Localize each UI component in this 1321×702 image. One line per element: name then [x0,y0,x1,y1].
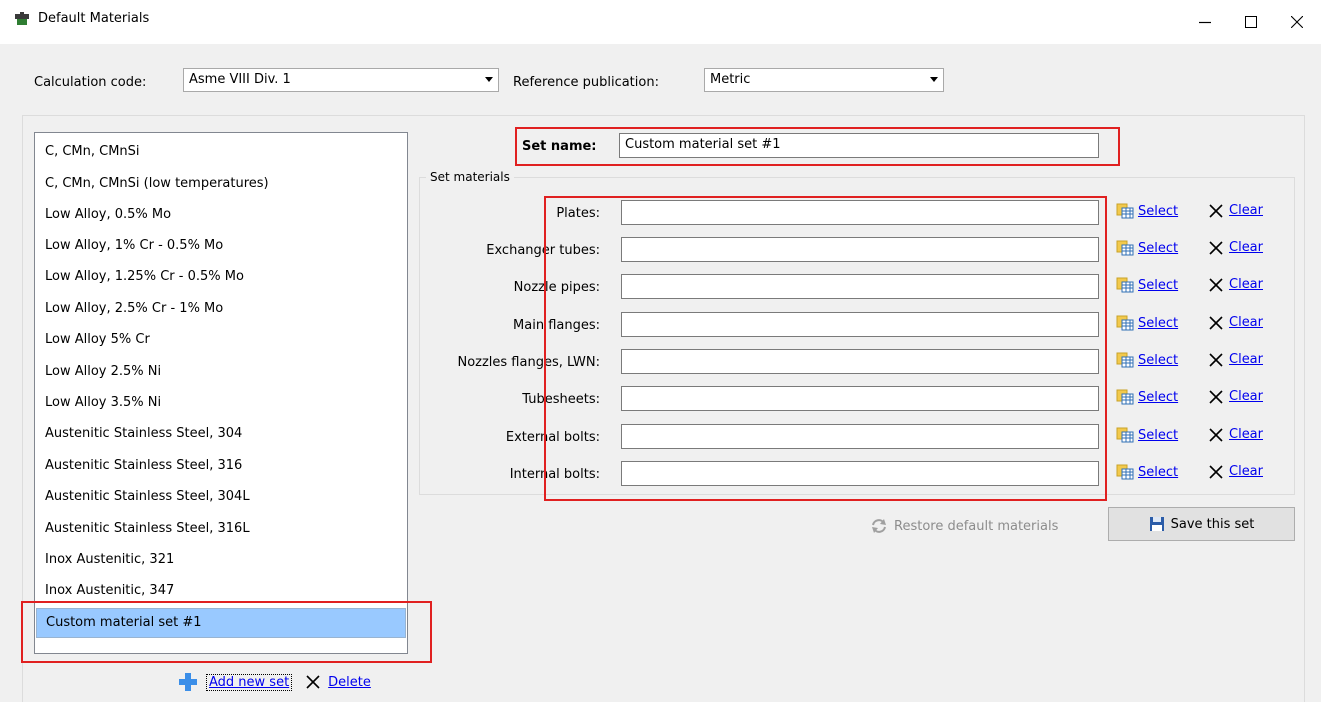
close-icon [1209,277,1223,292]
exchanger-tubes-select-button[interactable]: Select [1116,240,1178,256]
table-select-icon [1116,427,1134,443]
nozzles-flanges-select-button[interactable]: Select [1116,352,1178,368]
clear-link[interactable]: Clear [1229,464,1263,479]
clear-link[interactable]: Clear [1229,203,1263,218]
highlight-box-selected-set [21,601,432,663]
nozzle-pipes-select-button[interactable]: Select [1116,277,1178,293]
exchanger-tubes-clear-button[interactable]: Clear [1209,240,1263,255]
close-button[interactable] [1274,0,1320,44]
refresh-icon [872,519,886,533]
close-icon [1209,464,1223,479]
reference-publication-label: Reference publication: [513,75,659,90]
nozzles-flanges-clear-button[interactable]: Clear [1209,352,1263,367]
select-link[interactable]: Select [1138,390,1178,405]
list-item[interactable]: C, CMn, CMnSi (low temperatures) [36,169,406,199]
select-link[interactable]: Select [1138,428,1178,443]
maximize-icon [1245,16,1257,28]
list-actions: Add new set Delete [178,672,371,692]
list-item[interactable]: Low Alloy, 1% Cr - 0.5% Mo [36,231,406,261]
calculation-code-combo[interactable]: Asme VIII Div. 1 [183,68,499,92]
close-icon [1209,203,1223,218]
select-link[interactable]: Select [1138,353,1178,368]
select-link[interactable]: Select [1138,241,1178,256]
list-item[interactable]: Inox Austenitic, 321 [36,545,406,575]
close-icon [306,675,320,689]
set-name-label: Set name: [522,139,597,154]
close-icon [1209,389,1223,404]
client-area: Calculation code: Asme VIII Div. 1 Refer… [0,44,1321,702]
title-bar: Default Materials [0,0,1321,44]
list-item[interactable]: C, CMn, CMnSi [36,137,406,167]
add-new-set-link[interactable]: Add new set [206,673,293,691]
plates-select-button[interactable]: Select [1116,203,1178,219]
window-title: Default Materials [38,11,150,26]
list-item[interactable]: Austenitic Stainless Steel, 304 [36,419,406,449]
list-item[interactable]: Low Alloy, 0.5% Mo [36,200,406,230]
clear-link[interactable]: Clear [1229,427,1263,442]
list-item[interactable]: Low Alloy 3.5% Ni [36,388,406,418]
list-item[interactable]: Low Alloy, 2.5% Cr - 1% Mo [36,294,406,324]
material-set-list[interactable]: C, CMn, CMnSi C, CMn, CMnSi (low tempera… [34,132,408,654]
table-select-icon [1116,464,1134,480]
external-bolts-clear-button[interactable]: Clear [1209,427,1263,442]
clear-link[interactable]: Clear [1229,277,1263,292]
table-select-icon [1116,315,1134,331]
calculation-code-label: Calculation code: [34,75,147,90]
close-icon [1209,352,1223,367]
highlight-box-materials [544,196,1107,501]
list-item[interactable]: Low Alloy 2.5% Ni [36,357,406,387]
table-select-icon [1116,240,1134,256]
internal-bolts-clear-button[interactable]: Clear [1209,464,1263,479]
set-materials-title: Set materials [426,170,514,184]
minimize-icon [1199,21,1211,24]
internal-bolts-select-button[interactable]: Select [1116,464,1178,480]
close-icon [1209,427,1223,442]
nozzle-pipes-clear-button[interactable]: Clear [1209,277,1263,292]
close-icon [1209,240,1223,255]
external-bolts-select-button[interactable]: Select [1116,427,1178,443]
restore-default-label: Restore default materials [894,518,1059,534]
restore-default-button[interactable]: Restore default materials [870,518,1058,534]
maximize-button[interactable] [1228,0,1274,44]
select-link[interactable]: Select [1138,204,1178,219]
tubesheets-clear-button[interactable]: Clear [1209,389,1263,404]
list-item[interactable]: Low Alloy 5% Cr [36,325,406,355]
list-item[interactable]: Austenitic Stainless Steel, 316L [36,514,406,544]
clear-link[interactable]: Clear [1229,389,1263,404]
clear-link[interactable]: Clear [1229,315,1263,330]
calculation-code-value: Asme VIII Div. 1 [189,72,291,87]
list-item[interactable]: Austenitic Stainless Steel, 316 [36,451,406,481]
dropdown-arrow-icon [485,77,493,82]
plates-clear-button[interactable]: Clear [1209,203,1263,218]
delete-link[interactable]: Delete [328,675,371,690]
list-item[interactable]: Low Alloy, 1.25% Cr - 0.5% Mo [36,262,406,292]
minimize-button[interactable] [1182,0,1228,44]
app-icon [14,11,30,27]
clear-link[interactable]: Clear [1229,240,1263,255]
close-icon [1291,16,1303,28]
table-select-icon [1116,277,1134,293]
clear-link[interactable]: Clear [1229,352,1263,367]
select-link[interactable]: Select [1138,278,1178,293]
select-link[interactable]: Select [1138,465,1178,480]
save-set-label: Save this set [1170,516,1255,532]
dropdown-arrow-icon [930,77,938,82]
main-flanges-clear-button[interactable]: Clear [1209,315,1263,330]
save-icon [1149,517,1164,531]
table-select-icon [1116,389,1134,405]
select-link[interactable]: Select [1138,316,1178,331]
table-select-icon [1116,352,1134,368]
table-select-icon [1116,203,1134,219]
add-icon [179,673,197,691]
save-set-button[interactable]: Save this set [1108,507,1295,541]
set-name-input[interactable]: Custom material set #1 [619,133,1099,158]
reference-publication-value: Metric [710,72,751,87]
tubesheets-select-button[interactable]: Select [1116,389,1178,405]
list-item[interactable]: Austenitic Stainless Steel, 304L [36,482,406,512]
main-flanges-select-button[interactable]: Select [1116,315,1178,331]
close-icon [1209,315,1223,330]
reference-publication-combo[interactable]: Metric [704,68,944,92]
